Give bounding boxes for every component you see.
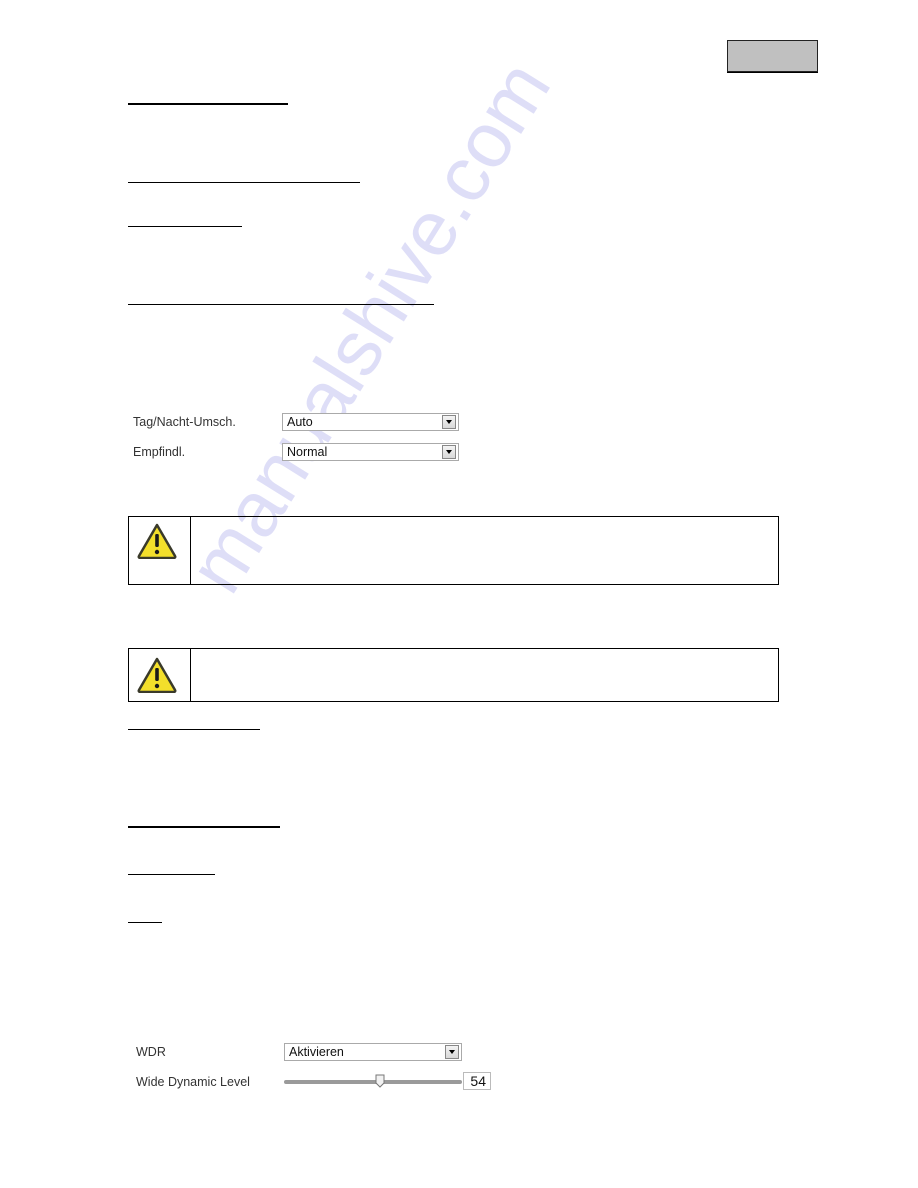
- page-number-tab: [727, 40, 818, 72]
- chevron-down-icon[interactable]: [442, 445, 456, 459]
- day-night-switch-value: Auto: [287, 415, 313, 429]
- wide-dynamic-level-slider[interactable]: [284, 1080, 462, 1084]
- sensitivity-value: Normal: [287, 445, 328, 459]
- warning-text: [191, 649, 778, 701]
- section-heading-rule: [128, 826, 280, 828]
- warning-triangle-icon: [137, 523, 177, 559]
- wide-dynamic-level-value[interactable]: 54: [463, 1072, 491, 1090]
- wide-dynamic-level-label: Wide Dynamic Level: [136, 1075, 250, 1089]
- warning-text: [191, 517, 778, 584]
- chevron-down-icon[interactable]: [445, 1045, 459, 1059]
- subheading-rule: [128, 729, 260, 730]
- wdr-select[interactable]: Aktivieren: [284, 1043, 462, 1061]
- wdr-value: Aktivieren: [289, 1045, 344, 1059]
- sensitivity-label: Empfindl.: [133, 445, 186, 459]
- day-night-switch-label: Tag/Nacht-Umsch.: [133, 415, 236, 429]
- sensitivity-select[interactable]: Normal: [282, 443, 459, 461]
- warning-triangle-icon: [137, 657, 177, 693]
- slider-thumb[interactable]: [375, 1074, 385, 1088]
- section-heading-rule: [128, 103, 288, 105]
- wdr-label: WDR: [136, 1045, 166, 1059]
- warning-box: [128, 648, 779, 702]
- subheading-rule: [128, 874, 215, 875]
- subheading-rule: [128, 226, 242, 227]
- subheading-rule: [128, 922, 162, 923]
- warning-box: [128, 516, 779, 585]
- subheading-rule: [128, 182, 360, 183]
- day-night-switch-select[interactable]: Auto: [282, 413, 459, 431]
- subheading-rule: [128, 304, 434, 305]
- chevron-down-icon[interactable]: [442, 415, 456, 429]
